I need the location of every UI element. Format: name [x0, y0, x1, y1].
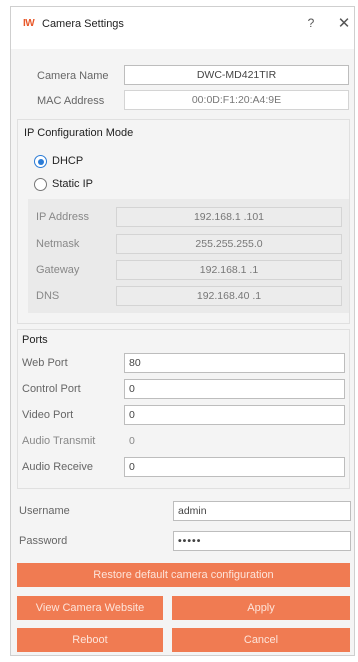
- app-logo-icon: IW: [23, 18, 35, 29]
- view-camera-website-button[interactable]: View Camera Website: [17, 596, 163, 620]
- ip-settings-panel: IP Address 192.168.1 .101 Netmask 255.25…: [28, 199, 349, 313]
- dns-label: DNS: [36, 290, 60, 302]
- gateway-field: 192.168.1 .1: [116, 260, 342, 280]
- control-port-field[interactable]: 0: [124, 379, 345, 399]
- username-field[interactable]: admin: [173, 501, 351, 521]
- gateway-label: Gateway: [36, 264, 80, 276]
- dhcp-radio-label[interactable]: DHCP: [52, 155, 83, 167]
- static-ip-radio[interactable]: [34, 178, 47, 191]
- web-port-field[interactable]: 80: [124, 353, 345, 373]
- password-field[interactable]: •••••: [173, 531, 351, 551]
- audio-receive-label: Audio Receive: [22, 461, 93, 473]
- ip-address-label: IP Address: [36, 211, 89, 223]
- control-port-label: Control Port: [22, 383, 81, 395]
- title-bar: IW Camera Settings ? ✕: [11, 7, 354, 49]
- password-label: Password: [19, 535, 68, 547]
- mac-address-field: 00:0D:F1:20:A4:9E: [124, 90, 349, 110]
- mac-address-label: MAC Address: [37, 95, 105, 107]
- ip-configuration-group: IP Configuration Mode DHCP Static IP IP …: [17, 119, 350, 324]
- audio-receive-field[interactable]: 0: [124, 457, 345, 477]
- dhcp-radio[interactable]: [34, 155, 47, 168]
- camera-name-label: Camera Name: [37, 70, 109, 82]
- window-title: Camera Settings: [42, 18, 124, 30]
- ip-configuration-title: IP Configuration Mode: [24, 127, 134, 139]
- reboot-button[interactable]: Reboot: [17, 628, 163, 652]
- help-button[interactable]: ?: [303, 16, 319, 32]
- username-label: Username: [19, 505, 70, 517]
- web-port-label: Web Port: [22, 357, 68, 369]
- static-ip-radio-label[interactable]: Static IP: [52, 178, 93, 190]
- ports-group: Ports Web Port 80 Control Port 0 Video P…: [17, 329, 350, 489]
- cancel-button[interactable]: Cancel: [172, 628, 350, 652]
- camera-name-field[interactable]: DWC-MD421TIR: [124, 65, 349, 85]
- apply-button[interactable]: Apply: [172, 596, 350, 620]
- ports-title: Ports: [22, 334, 48, 346]
- dns-field: 192.168.40 .1: [116, 286, 342, 306]
- video-port-label: Video Port: [22, 409, 74, 421]
- audio-transmit-field: 0: [129, 435, 135, 447]
- audio-transmit-label: Audio Transmit: [22, 435, 96, 447]
- video-port-field[interactable]: 0: [124, 405, 345, 425]
- close-icon[interactable]: ✕: [336, 14, 352, 32]
- restore-default-button[interactable]: Restore default camera configuration: [17, 563, 350, 587]
- netmask-label: Netmask: [36, 238, 80, 250]
- netmask-field: 255.255.255.0: [116, 234, 342, 254]
- ip-address-field: 192.168.1 .101: [116, 207, 342, 227]
- camera-settings-window: IW Camera Settings ? ✕ Camera Name DWC-M…: [10, 6, 355, 656]
